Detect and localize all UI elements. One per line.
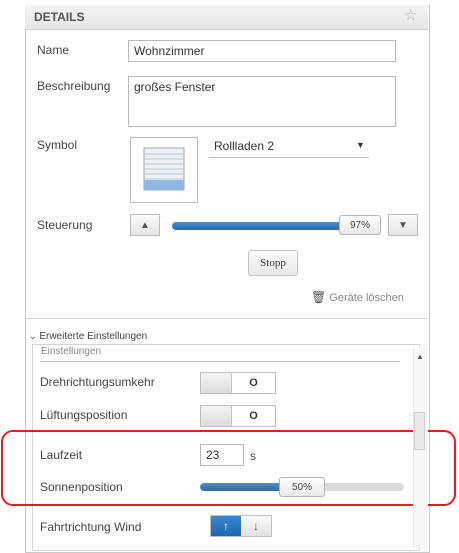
reverse-rotation-toggle[interactable]: O — [200, 372, 276, 394]
toggle-track — [201, 406, 231, 426]
chevron-down-icon[interactable]: ▼ — [356, 140, 365, 150]
description-text: großes Fenster — [134, 80, 216, 94]
shutter-icon — [143, 147, 185, 191]
triangle-down-icon: ▼ — [398, 219, 408, 231]
delete-devices-link[interactable]: 🗑 Geräte löschen — [311, 290, 404, 304]
section-divider — [25, 318, 428, 319]
arrow-up-icon[interactable]: ↑ — [211, 516, 241, 536]
vent-position-label: Lüftungsposition — [40, 408, 128, 422]
triangle-up-icon: ▲ — [140, 219, 150, 231]
chevron-down-icon: ⌄ — [29, 331, 37, 341]
wind-direction-toggle[interactable]: ↑ ↓ — [210, 515, 272, 537]
toggle-state: O — [231, 406, 275, 426]
details-header — [25, 5, 428, 30]
move-down-button[interactable]: ▼ — [388, 214, 418, 236]
move-up-button[interactable]: ▲ — [130, 214, 160, 236]
star-icon[interactable]: ☆ — [404, 6, 417, 24]
name-input[interactable] — [128, 40, 396, 62]
toggle-state: O — [231, 373, 275, 393]
symbol-select[interactable]: Rollladen 2 — [209, 135, 369, 158]
reverse-rotation-label: Drehrichtungsumkehr — [40, 375, 155, 389]
toggle-track — [201, 373, 231, 393]
advanced-settings-title: Erweiterte Einstellungen — [39, 331, 148, 342]
symbol-select-value: Rollladen 2 — [214, 139, 275, 153]
details-title: DETAILS — [34, 10, 85, 24]
name-label: Name — [37, 43, 70, 57]
symbol-preview[interactable] — [130, 137, 198, 203]
symbol-label: Symbol — [37, 138, 78, 152]
wind-direction-label: Fahrtrichtung Wind — [40, 520, 142, 534]
control-label: Steuerung — [37, 218, 93, 232]
trash-icon: 🗑 — [311, 290, 327, 304]
description-label: Beschreibung — [37, 79, 111, 93]
stop-button[interactable]: Stopp — [248, 250, 298, 276]
highlight-frame — [1, 430, 456, 506]
control-value-text: 97% — [349, 219, 370, 231]
settings-section-divider — [40, 361, 400, 362]
vent-position-toggle[interactable]: O — [200, 405, 276, 427]
description-textarea[interactable]: großes Fenster — [128, 76, 396, 127]
settings-section-label: Einstellungen — [41, 346, 102, 357]
scrollbar-thumb[interactable] — [414, 412, 425, 450]
delete-devices-label: Geräte löschen — [329, 292, 404, 304]
control-slider-handle[interactable]: 97% — [339, 215, 381, 235]
arrow-down-icon[interactable]: ↓ — [241, 516, 271, 536]
advanced-settings-toggle[interactable]: ⌄ Erweiterte Einstellungen — [29, 331, 147, 342]
scroll-up-icon[interactable]: ▲ — [416, 352, 424, 361]
stop-label: Stopp — [260, 257, 286, 269]
